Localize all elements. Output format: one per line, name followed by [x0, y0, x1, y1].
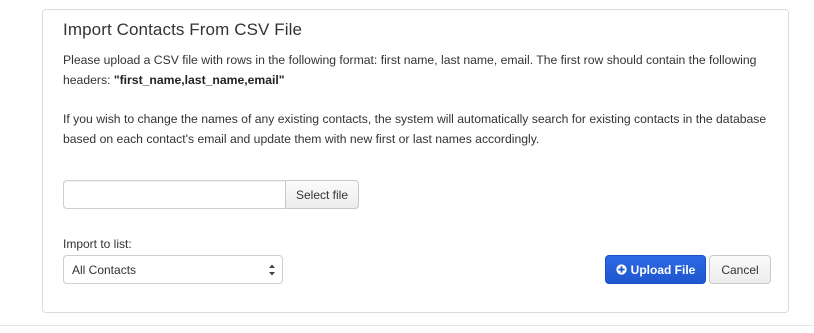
upload-file-button[interactable]: Upload File [605, 255, 706, 284]
upload-file-label: Upload File [630, 262, 696, 277]
instructions-text: Please upload a CSV file with rows in th… [63, 50, 773, 90]
import-contacts-panel: Import Contacts From CSV File Please upl… [42, 9, 789, 313]
select-arrows-icon [269, 264, 275, 276]
import-list-label: Import to list: [63, 237, 132, 251]
panel-title: Import Contacts From CSV File [63, 20, 303, 39]
file-picker: Select file [63, 180, 359, 209]
plus-circle-icon [616, 264, 627, 275]
update-note: If you wish to change the names of any e… [63, 112, 767, 146]
cancel-button[interactable]: Cancel [709, 255, 771, 284]
import-list-selected-value: All Contacts [72, 262, 137, 277]
select-file-button[interactable]: Select file [285, 180, 359, 209]
headers-example: "first_name,last_name,email" [113, 73, 285, 87]
file-path-field[interactable] [63, 180, 285, 209]
import-list-select[interactable]: All Contacts [63, 255, 283, 284]
bottom-divider [0, 325, 814, 326]
